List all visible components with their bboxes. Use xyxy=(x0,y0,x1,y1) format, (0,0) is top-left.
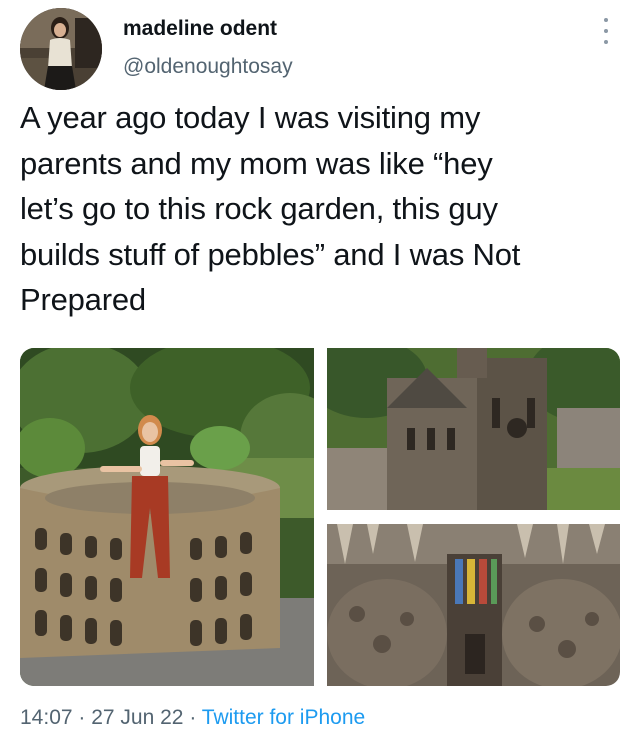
more-vertical-icon[interactable] xyxy=(598,18,614,44)
profile-photo xyxy=(20,8,102,90)
media-photo-cathedral[interactable] xyxy=(327,348,620,510)
media-photo-interior[interactable] xyxy=(327,524,620,686)
separator: · xyxy=(72,706,92,729)
more-dot xyxy=(604,40,608,44)
media-photo-colosseum[interactable] xyxy=(20,348,314,686)
more-dot xyxy=(604,18,608,22)
separator: · xyxy=(183,706,202,729)
tweet-timestamp-row: 14:07 · 27 Jun 22 · Twitter for iPhone xyxy=(20,706,365,730)
tweet-text: A year ago today I was visiting my paren… xyxy=(20,100,521,317)
author-handle[interactable]: @oldenoughtosay xyxy=(123,55,293,79)
tweet-source-link[interactable]: Twitter for iPhone xyxy=(202,706,365,729)
tweet-date[interactable]: 27 Jun 22 xyxy=(91,706,183,729)
tweet-time[interactable]: 14:07 xyxy=(20,706,73,729)
author-display-name[interactable]: madeline odent xyxy=(123,17,277,41)
more-dot xyxy=(604,29,608,33)
avatar[interactable] xyxy=(20,8,102,90)
media-grid xyxy=(20,348,620,686)
